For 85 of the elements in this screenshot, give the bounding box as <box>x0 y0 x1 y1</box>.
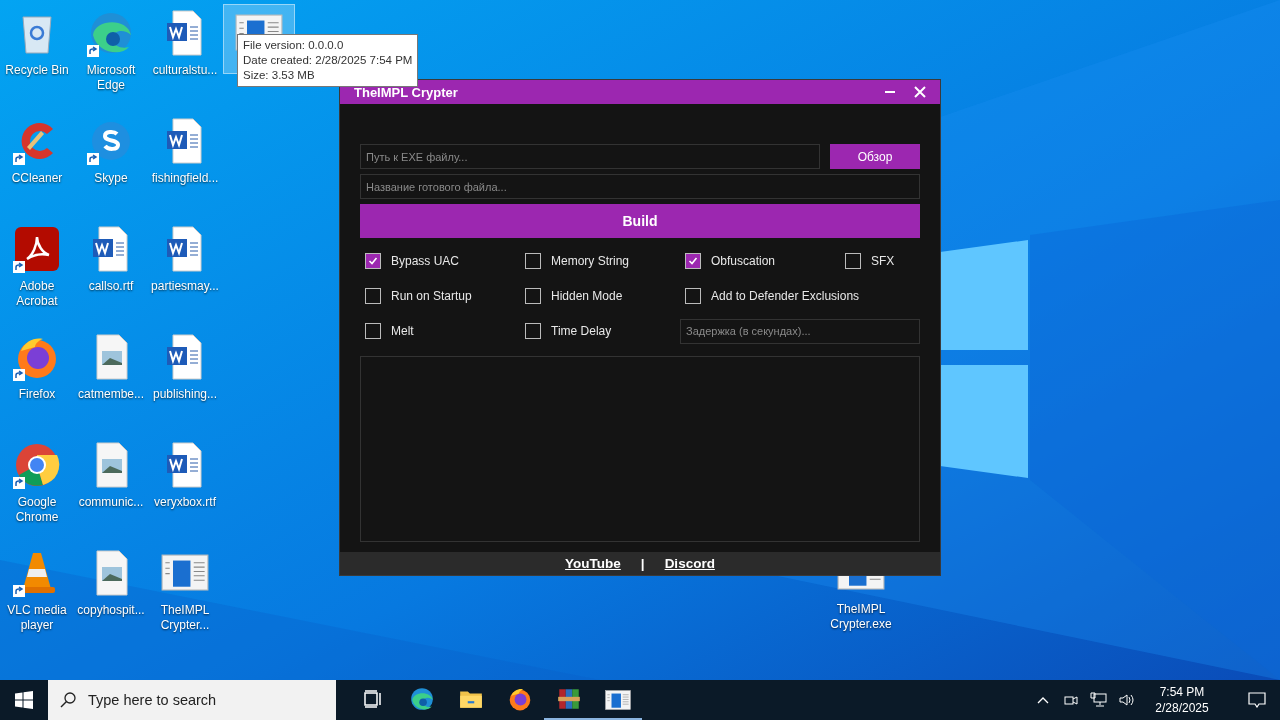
option-label: Melt <box>391 324 414 338</box>
desktop-icon[interactable]: communic... <box>75 436 147 515</box>
icon-label: publishing... <box>151 387 218 402</box>
browse-button[interactable]: Обзор <box>830 144 920 169</box>
option-label: SFX <box>871 254 895 268</box>
checkbox[interactable] <box>525 288 541 304</box>
option-label: Bypass UAC <box>391 254 460 268</box>
icon-label: Adobe Acrobat <box>15 279 59 309</box>
clock-date: 2/28/2025 <box>1155 700 1209 716</box>
icon-label: veryxbox.rtf <box>153 495 217 510</box>
path-field[interactable]: Путь к EXE файлу... <box>360 144 820 169</box>
close-icon <box>914 86 926 98</box>
checkbox[interactable] <box>365 253 381 269</box>
tooltip-line: Size: 3.53 MB <box>243 68 316 83</box>
app-window-icon <box>604 690 631 711</box>
checkbox[interactable] <box>525 323 541 339</box>
swirl-logo-icon <box>408 686 435 712</box>
check-icon <box>368 256 378 266</box>
desktop-icon[interactable]: CCleaner <box>1 112 73 191</box>
pdf-icon <box>13 225 61 273</box>
checkbox[interactable] <box>365 323 381 339</box>
icon-label: catmembe... <box>77 387 145 402</box>
minimize-icon <box>884 91 896 93</box>
desktop-icon[interactable]: Microsoft Edge <box>75 4 147 98</box>
desktop-icon[interactable]: callso.rtf <box>75 220 147 299</box>
icon-label: CCleaner <box>10 171 64 186</box>
delay-field[interactable]: Задержка (в секундах)... <box>680 318 920 344</box>
option-label: Memory String <box>551 254 630 268</box>
option-label: Hidden Mode <box>551 289 623 303</box>
name-field[interactable]: Название готового файла... <box>360 174 920 199</box>
search-placeholder: Type here to search <box>88 692 217 708</box>
icon-label: communic... <box>77 495 145 510</box>
desktop-icon[interactable]: Skype <box>75 112 147 191</box>
windows-logo-icon <box>15 691 33 709</box>
icon-label: fishingfield... <box>150 171 220 186</box>
checkbox[interactable] <box>685 253 701 269</box>
icon-label: Firefox <box>17 387 57 402</box>
icon-label: Microsoft Edge <box>85 63 137 93</box>
checkbox[interactable] <box>365 288 381 304</box>
archive-icon <box>555 686 582 712</box>
desktop-icon[interactable]: TheIMPL Crypter... <box>149 544 221 638</box>
desktop-icon[interactable]: culturalstu... <box>149 4 221 83</box>
app-window-icon <box>161 554 209 592</box>
checkbox[interactable] <box>525 253 541 269</box>
icon-label: Google Chrome <box>14 495 60 525</box>
checkbox[interactable] <box>845 253 861 269</box>
icon-label: culturalstu... <box>151 63 219 78</box>
icon-label: copyhospit... <box>76 603 146 618</box>
icon-label: TheIMPL Crypter.exe <box>829 602 893 632</box>
desktop-icon[interactable]: Google Chrome <box>1 436 73 530</box>
icon-label: partiesmay... <box>150 279 220 294</box>
option-label: Add to Defender Exclusions <box>711 289 860 303</box>
desktop-icon[interactable]: partiesmay... <box>149 220 221 299</box>
clock[interactable]: 7:54 PM 2/28/2025 <box>1144 684 1220 716</box>
search-icon <box>60 692 76 708</box>
icon-label: VLC media player <box>6 603 68 633</box>
check-icon <box>688 256 698 266</box>
icon-label: TheIMPL Crypter... <box>159 603 211 633</box>
clock-time: 7:54 PM <box>1159 684 1205 700</box>
icon-label: Skype <box>93 171 129 186</box>
option-label: Run on Startup <box>391 289 472 303</box>
circle-logo-icon <box>13 441 61 489</box>
separator-text: | <box>640 556 645 571</box>
footer-link[interactable]: YouTube <box>565 556 621 571</box>
desktop-icon[interactable]: Recycle Bin <box>1 4 73 83</box>
desktop-icon[interactable]: VLC media player <box>1 544 73 638</box>
desktop-icon[interactable]: publishing... <box>149 328 221 407</box>
window-title: TheIMPL Crypter <box>354 84 459 100</box>
desktop-icon[interactable]: Adobe Acrobat <box>1 220 73 314</box>
option-label: Time Delay <box>551 324 612 338</box>
footer-link[interactable]: Discord <box>664 556 715 571</box>
search-field[interactable]: Type here to search <box>48 680 336 720</box>
task-view-icon <box>362 689 383 709</box>
icon-label: Recycle Bin <box>4 63 70 78</box>
desktop-icon[interactable]: catmembe... <box>75 328 147 407</box>
desktop-icon[interactable]: Firefox <box>1 328 73 407</box>
option-label: Obfuscation <box>711 254 776 268</box>
tooltip-line: File version: 0.0.0.0 <box>243 38 345 53</box>
icon-label: callso.rtf <box>87 279 135 294</box>
desktop-icon[interactable]: copyhospit... <box>75 544 147 623</box>
desktop-icon[interactable]: veryxbox.rtf <box>149 436 221 515</box>
build-button[interactable]: Build <box>360 204 920 238</box>
checkbox[interactable] <box>685 288 701 304</box>
tooltip-line: Date created: 2/28/2025 7:54 PM <box>243 53 413 68</box>
desktop-icon[interactable]: fishingfield... <box>149 112 221 191</box>
